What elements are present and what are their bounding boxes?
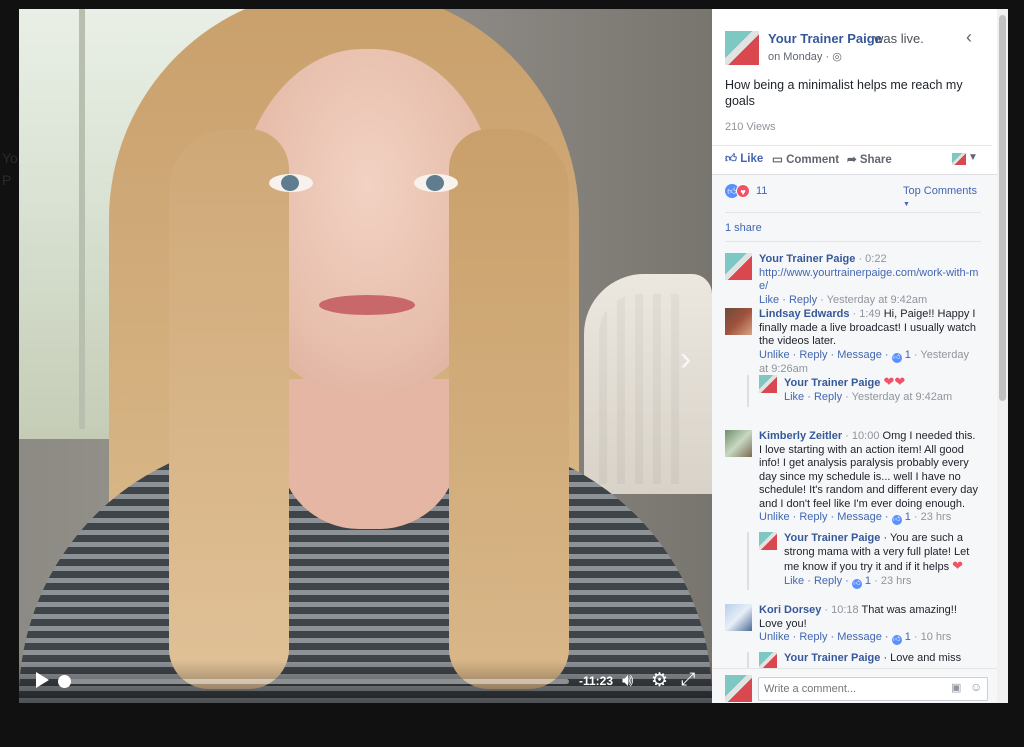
reply-actions[interactable]: Like · Reply · — [784, 575, 852, 587]
commenter-name[interactable]: Kori Dorsey — [759, 604, 821, 616]
comment-timecode[interactable]: · 10:00 — [842, 430, 879, 442]
replier-name[interactable]: Your Trainer Paige — [784, 377, 880, 389]
share-button[interactable]: ➦ Share — [847, 152, 892, 166]
chevron-down-icon[interactable]: ▼ — [968, 152, 978, 163]
like-icon: 👍︎ — [725, 153, 741, 165]
next-arrow-icon[interactable]: › — [680, 340, 691, 379]
composer-avatar — [725, 675, 752, 702]
comment-actions[interactable]: Unlike · Reply · Message · — [759, 631, 892, 643]
comment-item: Your Trainer Paige · 0:22 http://www.you… — [725, 253, 981, 309]
comment-time: · Yesterday at 9:42am — [817, 293, 928, 306]
video-controls: -11:23 🔊︎ ⚙︎ ⤢ — [19, 660, 712, 703]
comments-section: 👍︎ ♥ 11 Top Comments ▼ 1 share Your Trai… — [712, 174, 1008, 703]
video-frame-chair — [584, 274, 712, 494]
panel-scrollbar[interactable] — [997, 9, 1008, 703]
reaction-count: 11 — [756, 185, 768, 197]
post-timestamp[interactable]: on Monday · ◎ — [768, 50, 842, 63]
post-action-bar: 👍︎ Like ▭ Comment ➦ Share ▼ — [712, 145, 992, 173]
emoji-icon[interactable]: ☺ — [970, 680, 982, 694]
page-name-link[interactable]: Your Trainer Paige — [768, 31, 882, 46]
back-chevron-icon[interactable]: ‹ — [966, 27, 972, 48]
post-side-panel: Your Trainer Paige was live. on Monday ·… — [712, 9, 1008, 703]
like-button[interactable]: 👍︎ Like — [725, 152, 763, 166]
commenter-avatar[interactable] — [725, 308, 752, 335]
comment-sort-label: Top Comments — [903, 185, 977, 197]
video-frame-hair-right — [449, 129, 569, 689]
scrollbar-thumb[interactable] — [999, 15, 1006, 401]
comment-list: Your Trainer Paige · 0:22 http://www.you… — [725, 241, 981, 680]
comment-label: Comment — [786, 154, 840, 166]
backdrop-fragment: P — [2, 172, 12, 188]
comment-item: Kimberly Zeitler · 10:00 Omg I needed th… — [725, 430, 981, 530]
reply-actions[interactable]: Like · Reply — [784, 391, 842, 403]
video-frame-eye — [269, 174, 313, 192]
time-remaining: -11:23 — [579, 674, 614, 688]
status-suffix: was live. — [874, 31, 924, 46]
play-icon[interactable] — [36, 672, 49, 688]
page-avatar[interactable] — [725, 31, 759, 65]
share-label: Share — [859, 154, 892, 166]
reply-thread-line — [747, 375, 749, 407]
reply-item: Your Trainer Paige ❤❤ Like · Reply · Yes… — [759, 375, 983, 407]
actor-selector-avatar[interactable] — [952, 153, 966, 165]
video-frame-lips — [319, 295, 415, 315]
chevron-down-icon: ▼ — [903, 201, 910, 208]
comment-timecode[interactable]: · 1:49 — [849, 308, 881, 320]
comment-item: Kori Dorsey · 10:18 That was amazing!! L… — [725, 604, 981, 649]
video-frame-eye — [414, 174, 458, 192]
settings-icon[interactable]: ⚙︎ — [651, 669, 668, 692]
commenter-avatar[interactable] — [725, 253, 752, 280]
comment-composer: ▣ ☺ — [712, 668, 997, 703]
reply-item: Your Trainer Paige · You are such a stro… — [759, 532, 983, 590]
fullscreen-icon[interactable]: ⤢ — [681, 669, 695, 690]
comment-time: · 23 hrs — [910, 511, 952, 523]
volume-icon[interactable]: 🔊︎ — [622, 670, 633, 691]
comment-icon: ▭ — [772, 154, 787, 166]
share-count-link[interactable]: 1 share — [725, 212, 981, 234]
post-caption: How being a minimalist helps me reach my… — [725, 78, 963, 108]
replier-avatar[interactable] — [759, 532, 777, 550]
replier-avatar[interactable] — [759, 375, 777, 393]
commenter-avatar[interactable] — [725, 430, 752, 457]
commenter-name[interactable]: Kimberly Zeitler — [759, 430, 842, 442]
globe-icon: ◎ — [832, 51, 842, 63]
comment-time: · 10 hrs — [910, 631, 952, 643]
like-count-icon: 👍︎ — [891, 635, 902, 645]
comment-timecode[interactable]: · 0:22 — [855, 253, 886, 265]
like-count-icon: 👍︎ — [891, 515, 902, 525]
view-count: 210 Views — [725, 121, 776, 133]
video-frame-neck — [279, 379, 459, 529]
camera-icon[interactable]: ▣ — [951, 681, 961, 694]
heart-emoji-icon: ❤ — [952, 558, 964, 573]
commenter-avatar[interactable] — [725, 604, 752, 631]
share-icon: ➦ — [847, 154, 860, 166]
like-count-icon: 👍︎ — [891, 352, 902, 363]
comment-actions[interactable]: Unlike · Reply · Message · — [759, 511, 892, 523]
comment-sort-dropdown[interactable]: Top Comments ▼ — [903, 185, 985, 209]
reply-time: · 23 hrs — [871, 574, 912, 587]
comment-timecode[interactable]: · 10:18 — [821, 604, 858, 616]
comment-actions[interactable]: Like · Reply — [759, 294, 817, 306]
comment-actions[interactable]: Unlike · Reply · Message · — [759, 349, 892, 361]
commenter-name[interactable]: Lindsay Edwards — [759, 308, 849, 320]
love-reaction-icon: ♥ — [736, 184, 750, 198]
commenter-name[interactable]: Your Trainer Paige — [759, 253, 855, 265]
comment-button[interactable]: ▭ Comment — [772, 152, 839, 166]
post-time-text: on Monday · — [768, 51, 833, 63]
replier-name[interactable]: Your Trainer Paige — [784, 532, 880, 544]
backdrop-fragment: Yo — [2, 150, 18, 166]
video-frame-hair-left — [169, 129, 289, 689]
reply-thread-line — [747, 532, 749, 590]
like-count-icon: 👍︎ — [851, 578, 862, 589]
replier-name[interactable]: Your Trainer Paige — [784, 652, 880, 664]
progress-scrubber[interactable] — [58, 675, 569, 688]
video-player[interactable] — [19, 9, 712, 703]
post-header: Your Trainer Paige was live. on Monday ·… — [712, 9, 1008, 177]
progress-handle[interactable] — [58, 675, 71, 688]
heart-emoji-icon: ❤❤ — [883, 374, 906, 389]
reply-time: · Yesterday at 9:42am — [842, 390, 953, 403]
comment-link[interactable]: http://www.yourtrainerpaige.com/work-wit… — [759, 267, 978, 293]
reactions-summary[interactable]: 👍︎ ♥ 11 Top Comments ▼ — [725, 181, 985, 208]
like-label: Like — [740, 153, 764, 165]
